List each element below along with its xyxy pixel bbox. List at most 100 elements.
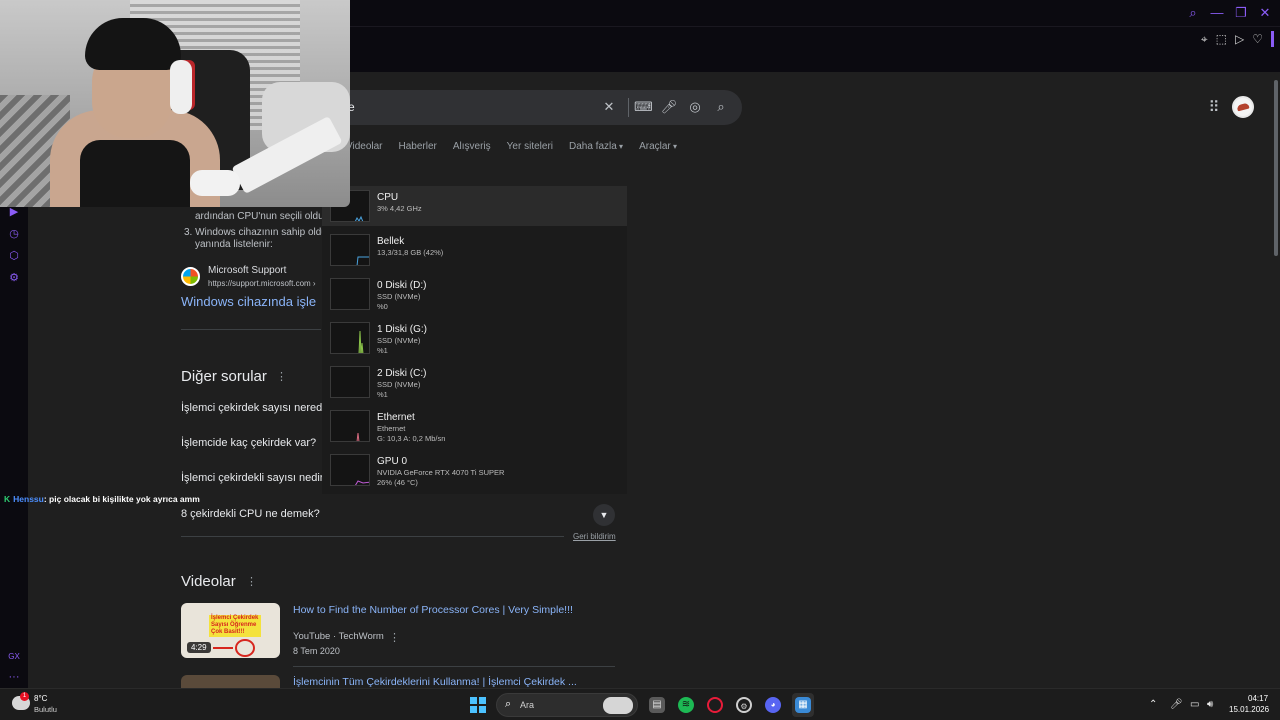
mic-icon[interactable]: 🎤︎ bbox=[660, 98, 678, 116]
apps-grid-icon[interactable]: ⠿ bbox=[1206, 100, 1222, 116]
source-name[interactable]: Microsoft Support bbox=[208, 265, 286, 276]
faq-item[interactable]: İşlemci çekirdek sayısı nerede bbox=[181, 402, 328, 414]
performance-item-detail: 3% 4,42 GHz bbox=[377, 204, 422, 213]
divider bbox=[181, 329, 321, 330]
tab-videos[interactable]: Videolar bbox=[346, 141, 383, 152]
page-scrollbar[interactable] bbox=[1272, 72, 1280, 688]
windows-start-icon[interactable] bbox=[470, 697, 486, 713]
faq-item[interactable]: İşlemci çekirdekli sayısı nedir bbox=[181, 472, 323, 484]
volume-icon[interactable]: 🔊︎ bbox=[1207, 699, 1213, 710]
search-tabs-icon[interactable]: ⌕ bbox=[1186, 5, 1200, 21]
performance-item[interactable]: Bellek 13,3/31,8 GB (42%) bbox=[322, 230, 627, 270]
mini-graph bbox=[330, 322, 370, 354]
tab-tools[interactable]: Araçlar bbox=[639, 141, 677, 152]
performance-item[interactable]: Ethernet Ethernet G: 10,3 A: 0,2 Mb/sn bbox=[322, 406, 627, 446]
snippet-line: ardından CPU'nun seçili olduğ bbox=[195, 211, 330, 222]
performance-item-detail: SSD (NVMe) bbox=[377, 380, 421, 389]
divider bbox=[293, 666, 615, 667]
chat-badge: K bbox=[4, 494, 11, 504]
opera-gx-icon[interactable] bbox=[707, 697, 723, 713]
task-manager-icon[interactable]: ▦ bbox=[795, 697, 811, 713]
weather-temp[interactable]: 8°C bbox=[34, 694, 47, 703]
mini-graph bbox=[330, 278, 370, 310]
faq-item[interactable]: İşlemcide kaç çekirdek var? bbox=[181, 437, 316, 449]
settings-icon[interactable]: ⚙ bbox=[7, 271, 21, 285]
discord-icon[interactable]: ◕ bbox=[765, 697, 781, 713]
clock-date[interactable]: 15.01.2026 bbox=[1229, 705, 1269, 714]
video-title[interactable]: How to Find the Number of Processor Core… bbox=[293, 604, 573, 616]
performance-item[interactable]: GPU 0 NVIDIA GeForce RTX 4070 Ti SUPER 26%… bbox=[322, 450, 627, 490]
webcam-shirt bbox=[80, 140, 190, 207]
performance-item-detail: Ethernet bbox=[377, 424, 406, 433]
kebab-icon[interactable]: ⋮ bbox=[389, 631, 400, 644]
desktop: ⌕ — ❐ ✕ ⌖ ⬚ ▷ ♡ ▶ ◷ ⬡ ⚙ GX ··· e ✕ ⌨ 🎤︎ … bbox=[0, 0, 1280, 720]
steam-icon[interactable]: ⚙ bbox=[736, 697, 752, 713]
chat-text: : piç olacak bi kişilikte yok ayrıca amm bbox=[43, 494, 200, 504]
close-icon[interactable]: ✕ bbox=[1258, 5, 1272, 21]
chevron-down-icon[interactable]: ▼ bbox=[593, 504, 615, 526]
search-box[interactable]: e ✕ ⌨ 🎤︎ ◎ ⌕ bbox=[330, 90, 742, 125]
performance-item-detail: 13,3/31,8 GB (42%) bbox=[377, 248, 444, 257]
clear-icon[interactable]: ✕ bbox=[600, 98, 618, 116]
performance-item[interactable]: 2 Diski (C:) SSD (NVMe) %1 bbox=[322, 362, 627, 402]
tray-overflow-icon[interactable]: ⌃ bbox=[1149, 699, 1157, 710]
performance-item[interactable]: CPU 3% 4,42 GHz bbox=[322, 186, 627, 226]
keyboard-icon[interactable]: ⌨ bbox=[634, 98, 653, 116]
scrollbar-thumb[interactable] bbox=[1274, 80, 1278, 256]
webcam-overlay bbox=[0, 0, 350, 207]
kebab-icon[interactable]: ⋮ bbox=[276, 370, 287, 383]
performance-item-name: Bellek bbox=[377, 236, 405, 247]
player-icon[interactable]: ▷ bbox=[1235, 32, 1244, 46]
kebab-icon[interactable]: ⋮ bbox=[246, 575, 257, 588]
gx-icon[interactable]: GX bbox=[7, 650, 21, 664]
snippet-line: yanında listelenir: bbox=[195, 239, 273, 250]
minimize-icon[interactable]: — bbox=[1210, 5, 1224, 21]
performance-item-value: %0 bbox=[377, 302, 388, 311]
webcam-controller bbox=[190, 170, 240, 196]
tab-shopping[interactable]: Alışveriş bbox=[453, 141, 491, 152]
tab-more[interactable]: Daha fazla bbox=[569, 141, 623, 152]
network-icon[interactable]: ▭ bbox=[1190, 699, 1199, 710]
more-icon[interactable]: ··· bbox=[7, 670, 21, 684]
weather-badge: 1 bbox=[20, 692, 29, 701]
feedback-link[interactable]: Geri bildirim bbox=[573, 532, 616, 541]
window-controls: ⌕ — ❐ ✕ bbox=[1186, 5, 1272, 21]
chat-user: Henssu bbox=[13, 494, 44, 504]
source-url[interactable]: https://support.microsoft.com › bbox=[208, 279, 316, 288]
search-icon[interactable]: ⌕ bbox=[712, 98, 730, 116]
tab-places[interactable]: Yer siteleri bbox=[507, 141, 553, 152]
spotify-icon[interactable]: ≋ bbox=[678, 697, 694, 713]
video-title[interactable]: İşlemcinin Tüm Çekirdeklerini Kullanma! … bbox=[293, 676, 577, 688]
performance-item[interactable]: 0 Diski (D:) SSD (NVMe) %0 bbox=[322, 274, 627, 314]
performance-item[interactable]: 1 Diski (G:) SSD (NVMe) %1 bbox=[322, 318, 627, 358]
tab-news[interactable]: Haberler bbox=[399, 141, 437, 152]
snapshot-icon[interactable]: ⬚ bbox=[1216, 32, 1227, 46]
faq-item[interactable]: 8 çekirdekli CPU ne demek? bbox=[181, 508, 320, 520]
result-link[interactable]: Windows cihazında işle bbox=[181, 294, 316, 309]
heart-icon[interactable]: ♡ bbox=[1252, 32, 1263, 46]
divider bbox=[181, 536, 564, 537]
performance-item-name: 0 Diski (D:) bbox=[377, 280, 427, 291]
performance-item-value: %1 bbox=[377, 346, 388, 355]
mini-graph bbox=[330, 410, 370, 442]
search-highlight-image bbox=[603, 697, 633, 714]
clock-time[interactable]: 04:17 bbox=[1248, 694, 1268, 703]
search-icon: ⌕ bbox=[505, 698, 512, 710]
taskbar-search[interactable]: ⌕ Ara bbox=[496, 693, 638, 717]
extensions-icon[interactable]: ⬡ bbox=[7, 249, 21, 263]
history-icon[interactable]: ◷ bbox=[7, 227, 21, 241]
player-sidebar-icon[interactable]: ▶ bbox=[7, 205, 21, 219]
snippet-line: 3. Windows cihazının sahip oldu bbox=[184, 227, 327, 238]
video-thumbnail[interactable]: İşlemci Çekirdek Sayısı Öğrenme Çok Basi… bbox=[181, 603, 280, 658]
avatar[interactable] bbox=[1232, 96, 1254, 118]
video-thumbnail[interactable] bbox=[181, 675, 280, 688]
mini-graph-line bbox=[355, 480, 369, 485]
task-manager-performance: CPU 3% 4,42 GHz Bellek 13,3/31,8 GB (42%) 0 … bbox=[322, 186, 627, 494]
microphone-icon[interactable]: 🎤︎ bbox=[1170, 699, 1183, 710]
video-date: 8 Tem 2020 bbox=[293, 646, 340, 656]
maximize-icon[interactable]: ❐ bbox=[1234, 5, 1248, 21]
weather-desc[interactable]: Bulutlu bbox=[34, 705, 57, 714]
lens-icon[interactable]: ◎ bbox=[686, 98, 704, 116]
pin-icon[interactable]: ⌖ bbox=[1201, 32, 1208, 47]
task-view-icon[interactable]: ▤ bbox=[649, 697, 665, 713]
